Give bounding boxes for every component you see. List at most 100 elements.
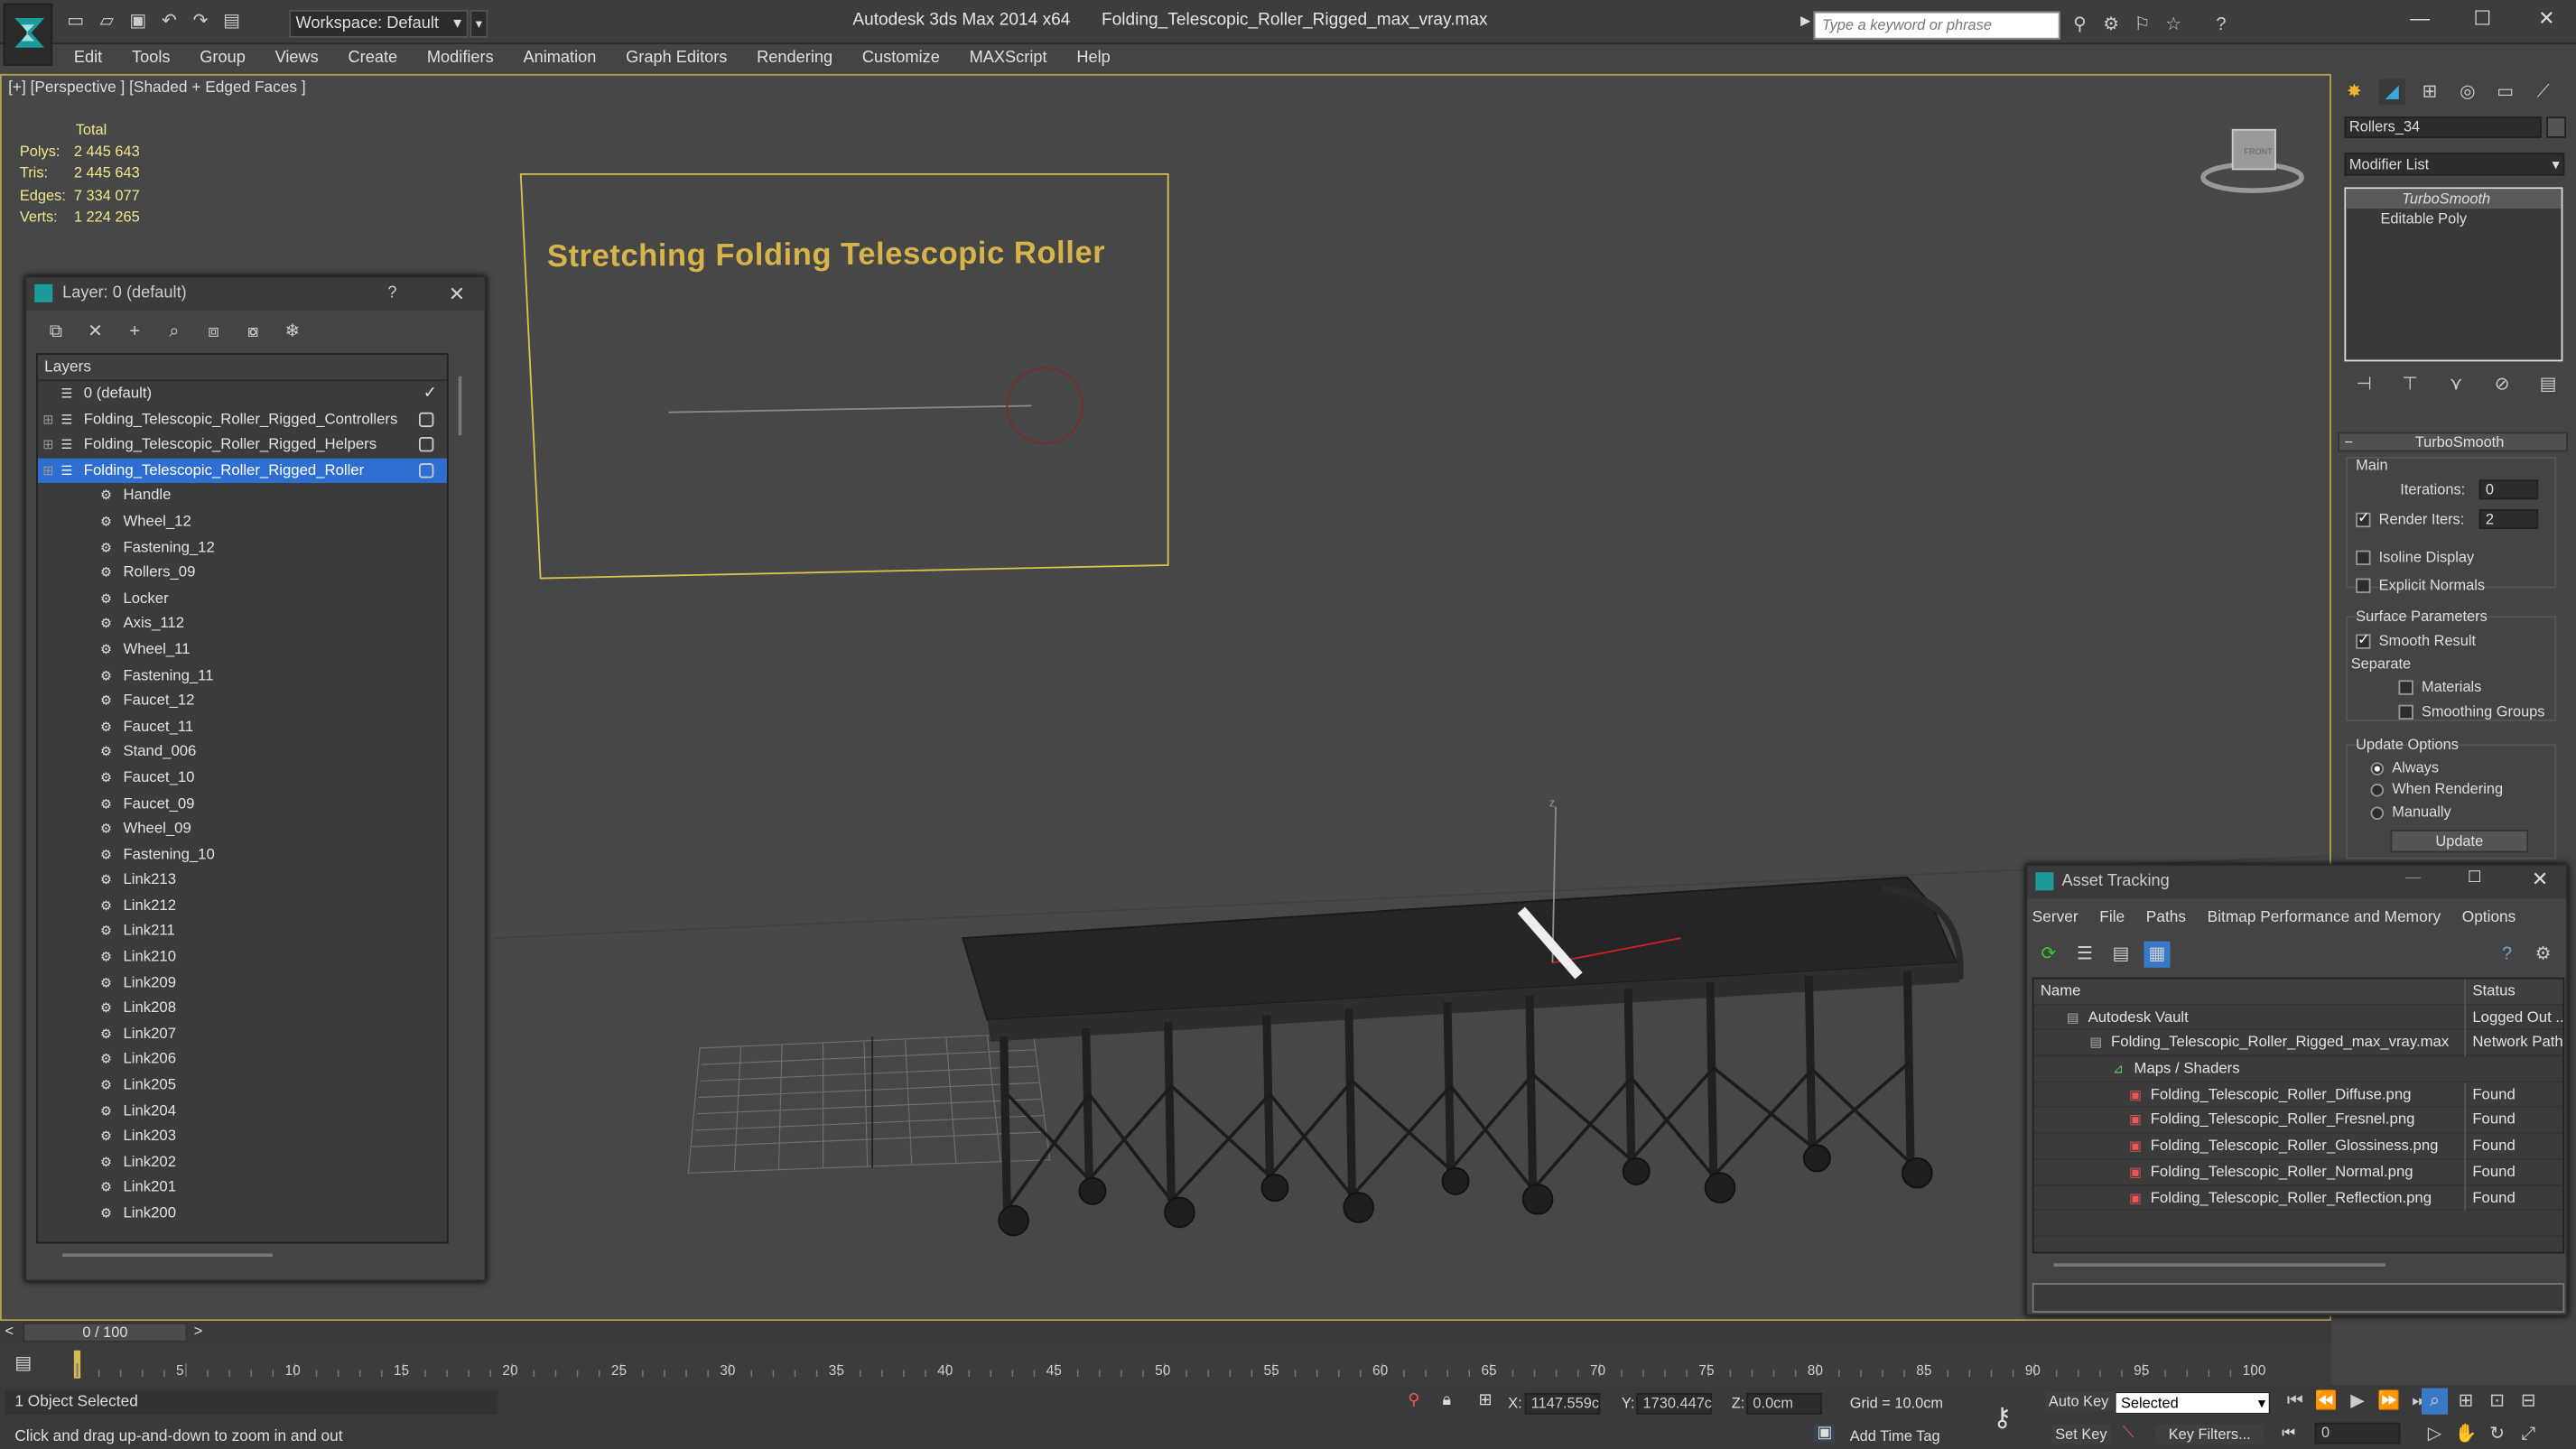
create-layer-icon[interactable]: ⧉ <box>42 319 69 345</box>
table-view-icon[interactable]: ▦ <box>2144 941 2171 968</box>
object-row[interactable]: ⚙ Link200 <box>38 1201 447 1226</box>
object-row[interactable]: ⚙ Link206 <box>38 1047 447 1073</box>
object-row[interactable]: ⚙ Wheel_12 <box>38 509 447 534</box>
help-icon[interactable]: ? <box>2208 12 2234 38</box>
render-iters-spinner[interactable]: 2 <box>2478 509 2539 529</box>
x-coordinate-field[interactable]: 1147.559c <box>1524 1393 1601 1415</box>
when-rendering-radio[interactable] <box>2370 783 2385 796</box>
object-row[interactable]: ⚙ Link205 <box>38 1073 447 1098</box>
menu-customize[interactable]: Customize <box>848 44 955 72</box>
object-row[interactable]: ⚙ Fastening_12 <box>38 534 447 560</box>
key-filters-button[interactable]: Key Filters... <box>2155 1424 2264 1444</box>
menu-modifiers[interactable]: Modifiers <box>413 44 509 72</box>
object-row[interactable]: ⚙ Fastening_11 <box>38 663 447 688</box>
object-row[interactable]: ⚙ Link203 <box>38 1124 447 1149</box>
layer-row[interactable]: ⊞ ☰ Folding_Telescopic_Roller_Rigged_Helpe… <box>38 432 447 458</box>
expand-icon[interactable]: ⊞ <box>42 458 53 483</box>
manually-radio[interactable] <box>2370 805 2385 820</box>
asset-path-field[interactable] <box>2032 1283 2565 1313</box>
object-row[interactable]: ⚙ Wheel_11 <box>38 637 447 663</box>
zoom-icon[interactable]: ⌕ <box>2421 1388 2449 1415</box>
show-end-result-icon[interactable]: ⊤ <box>2397 371 2423 397</box>
object-row[interactable]: ⚙ Faucet_10 <box>38 766 447 791</box>
highlight-layer-icon[interactable]: ⧈ <box>200 319 227 345</box>
prev-frame-icon[interactable]: < <box>5 1323 14 1339</box>
menu-tools[interactable]: Tools <box>117 44 185 72</box>
set-current-layer-box[interactable] <box>418 437 434 452</box>
remove-modifier-icon[interactable]: ⊘ <box>2489 371 2516 397</box>
iterations-spinner[interactable]: 0 <box>2478 479 2539 500</box>
layer-row[interactable]: ⊞ ☰ Folding_Telescopic_Roller_Rigged_Rolle… <box>37 458 447 484</box>
asset-row[interactable]: ▣ Folding_Telescopic_Roller_Diffuse.png Fo… <box>2033 1082 2563 1109</box>
previous-frame-icon[interactable]: ⏪ <box>2313 1389 2339 1415</box>
layer-row[interactable]: ☰ 0 (default) ✓ <box>38 381 447 406</box>
new-file-icon[interactable]: ▭ <box>62 8 88 34</box>
stack-item-turbosmooth[interactable]: TurboSmooth <box>2346 189 2562 209</box>
absolute-mode-icon[interactable]: ⊞ <box>1479 1391 1493 1409</box>
time-slider[interactable]: < 0 / 100 > <box>0 1321 2331 1344</box>
asset-row[interactable]: ▣ Folding_Telescopic_Roller_Glossiness.pn… <box>2033 1133 2563 1160</box>
asset-menu-file[interactable]: File <box>2099 907 2125 925</box>
freeze-layers-icon[interactable]: ❄ <box>279 319 305 345</box>
asset-row[interactable]: ▤ Autodesk Vault Logged Out ... <box>2033 1005 2562 1031</box>
object-row[interactable]: ⚙ Stand_006 <box>38 739 447 765</box>
create-tab-icon[interactable]: ✸ <box>2341 79 2367 105</box>
asset-row[interactable]: ⊿ Maps / Shaders <box>2033 1056 2563 1082</box>
set-current-layer-box[interactable] <box>418 412 434 427</box>
set-key-icon[interactable]: ⚷ <box>1993 1401 2012 1434</box>
expand-icon[interactable]: ⊞ <box>42 407 53 432</box>
asset-row[interactable]: ▣ Folding_Telescopic_Roller_Reflection.pn… <box>2033 1184 2563 1212</box>
layer-help-icon[interactable]: ? <box>387 278 396 311</box>
list-view-icon[interactable]: ☰ <box>2071 942 2097 968</box>
menu-views[interactable]: Views <box>260 44 333 72</box>
key-mode-icon[interactable]: ⟍ <box>2123 1425 2134 1443</box>
turbosmooth-rollout-header[interactable]: − TurboSmooth <box>2338 432 2568 452</box>
menu-group[interactable]: Group <box>185 44 260 72</box>
object-row[interactable]: ⚙ Link212 <box>38 894 447 919</box>
asset-row[interactable]: ▣ Folding_Telescopic_Roller_Fresnel.png Fo… <box>2033 1108 2563 1134</box>
tree-view-icon[interactable]: ▤ <box>2107 942 2134 968</box>
next-frame-icon[interactable]: > <box>194 1323 203 1339</box>
layer-tree[interactable]: Layers ☰ 0 (default) ✓ ⊞ ☰ Folding_Telescopic… <box>36 353 449 1244</box>
menu-help[interactable]: Help <box>1062 44 1125 72</box>
stack-item-editable-poly[interactable]: Editable Poly <box>2346 209 2561 228</box>
menu-maxscript[interactable]: MAXScript <box>954 44 1062 72</box>
pan-icon[interactable]: ✋ <box>2453 1421 2479 1447</box>
menu-graph-editors[interactable]: Graph Editors <box>611 44 742 72</box>
project-folder-icon[interactable]: ▤ <box>219 8 245 34</box>
viewcube[interactable]: FRONT <box>2200 128 2304 193</box>
object-row[interactable]: ⚙ Wheel_09 <box>38 817 447 842</box>
go-to-start-icon[interactable]: ⏮ <box>2282 1389 2308 1415</box>
add-time-tag[interactable]: Add Time Tag <box>1850 1427 1940 1444</box>
asset-settings-icon[interactable]: ⚙ <box>2530 942 2556 968</box>
asset-minimize-icon[interactable]: — <box>2405 869 2421 887</box>
object-row[interactable]: ⚙ Link202 <box>38 1149 447 1175</box>
render-iters-checkbox[interactable] <box>2356 509 2371 528</box>
asset-menu-options[interactable]: Options <box>2462 907 2516 925</box>
undo-icon[interactable]: ↶ <box>156 8 182 34</box>
explicit-normals-checkbox[interactable] <box>2356 578 2371 594</box>
object-row[interactable]: ⚙ Locker <box>38 586 447 611</box>
select-objects-icon[interactable]: ⌕ <box>161 319 187 345</box>
always-radio[interactable] <box>2370 761 2385 776</box>
asset-help-icon[interactable]: ? <box>2494 942 2520 968</box>
menu-create[interactable]: Create <box>333 44 412 72</box>
delete-layer-icon[interactable]: ✕ <box>82 319 108 345</box>
asset-maximize-icon[interactable]: ☐ <box>2468 869 2482 887</box>
play-icon[interactable]: ▶ <box>2344 1389 2370 1415</box>
workspace-dropdown[interactable]: Workspace: Default ▾ <box>289 9 469 38</box>
key-mode-toggle-icon[interactable]: ⏮ <box>2282 1425 2295 1443</box>
field-of-view-icon[interactable]: ▷ <box>2422 1421 2448 1447</box>
col-name[interactable]: Name <box>2034 982 2081 999</box>
open-file-icon[interactable]: ▱ <box>94 8 120 34</box>
asset-menu-bitmap[interactable]: Bitmap Performance and Memory <box>2208 907 2441 925</box>
layer-row[interactable]: ⊞ ☰ Folding_Telescopic_Roller_Rigged_Contr… <box>38 407 447 432</box>
key-mode-dropdown[interactable]: Selected ▾ <box>2114 1391 2271 1415</box>
object-row[interactable]: ⚙ Axis_112 <box>38 612 447 637</box>
object-row[interactable]: ⚙ Link209 <box>38 971 447 996</box>
zoom-extents-all-icon[interactable]: ⊟ <box>2516 1389 2542 1415</box>
maximize-viewport-icon[interactable]: ⤢ <box>2516 1421 2542 1447</box>
asset-row[interactable]: ▤ Folding_Telescopic_Roller_Rigged_max_vr… <box>2033 1030 2562 1057</box>
asset-close-icon[interactable]: ✕ <box>2532 868 2548 890</box>
lock-icon[interactable]: 🔒︎ <box>1443 1391 1452 1409</box>
